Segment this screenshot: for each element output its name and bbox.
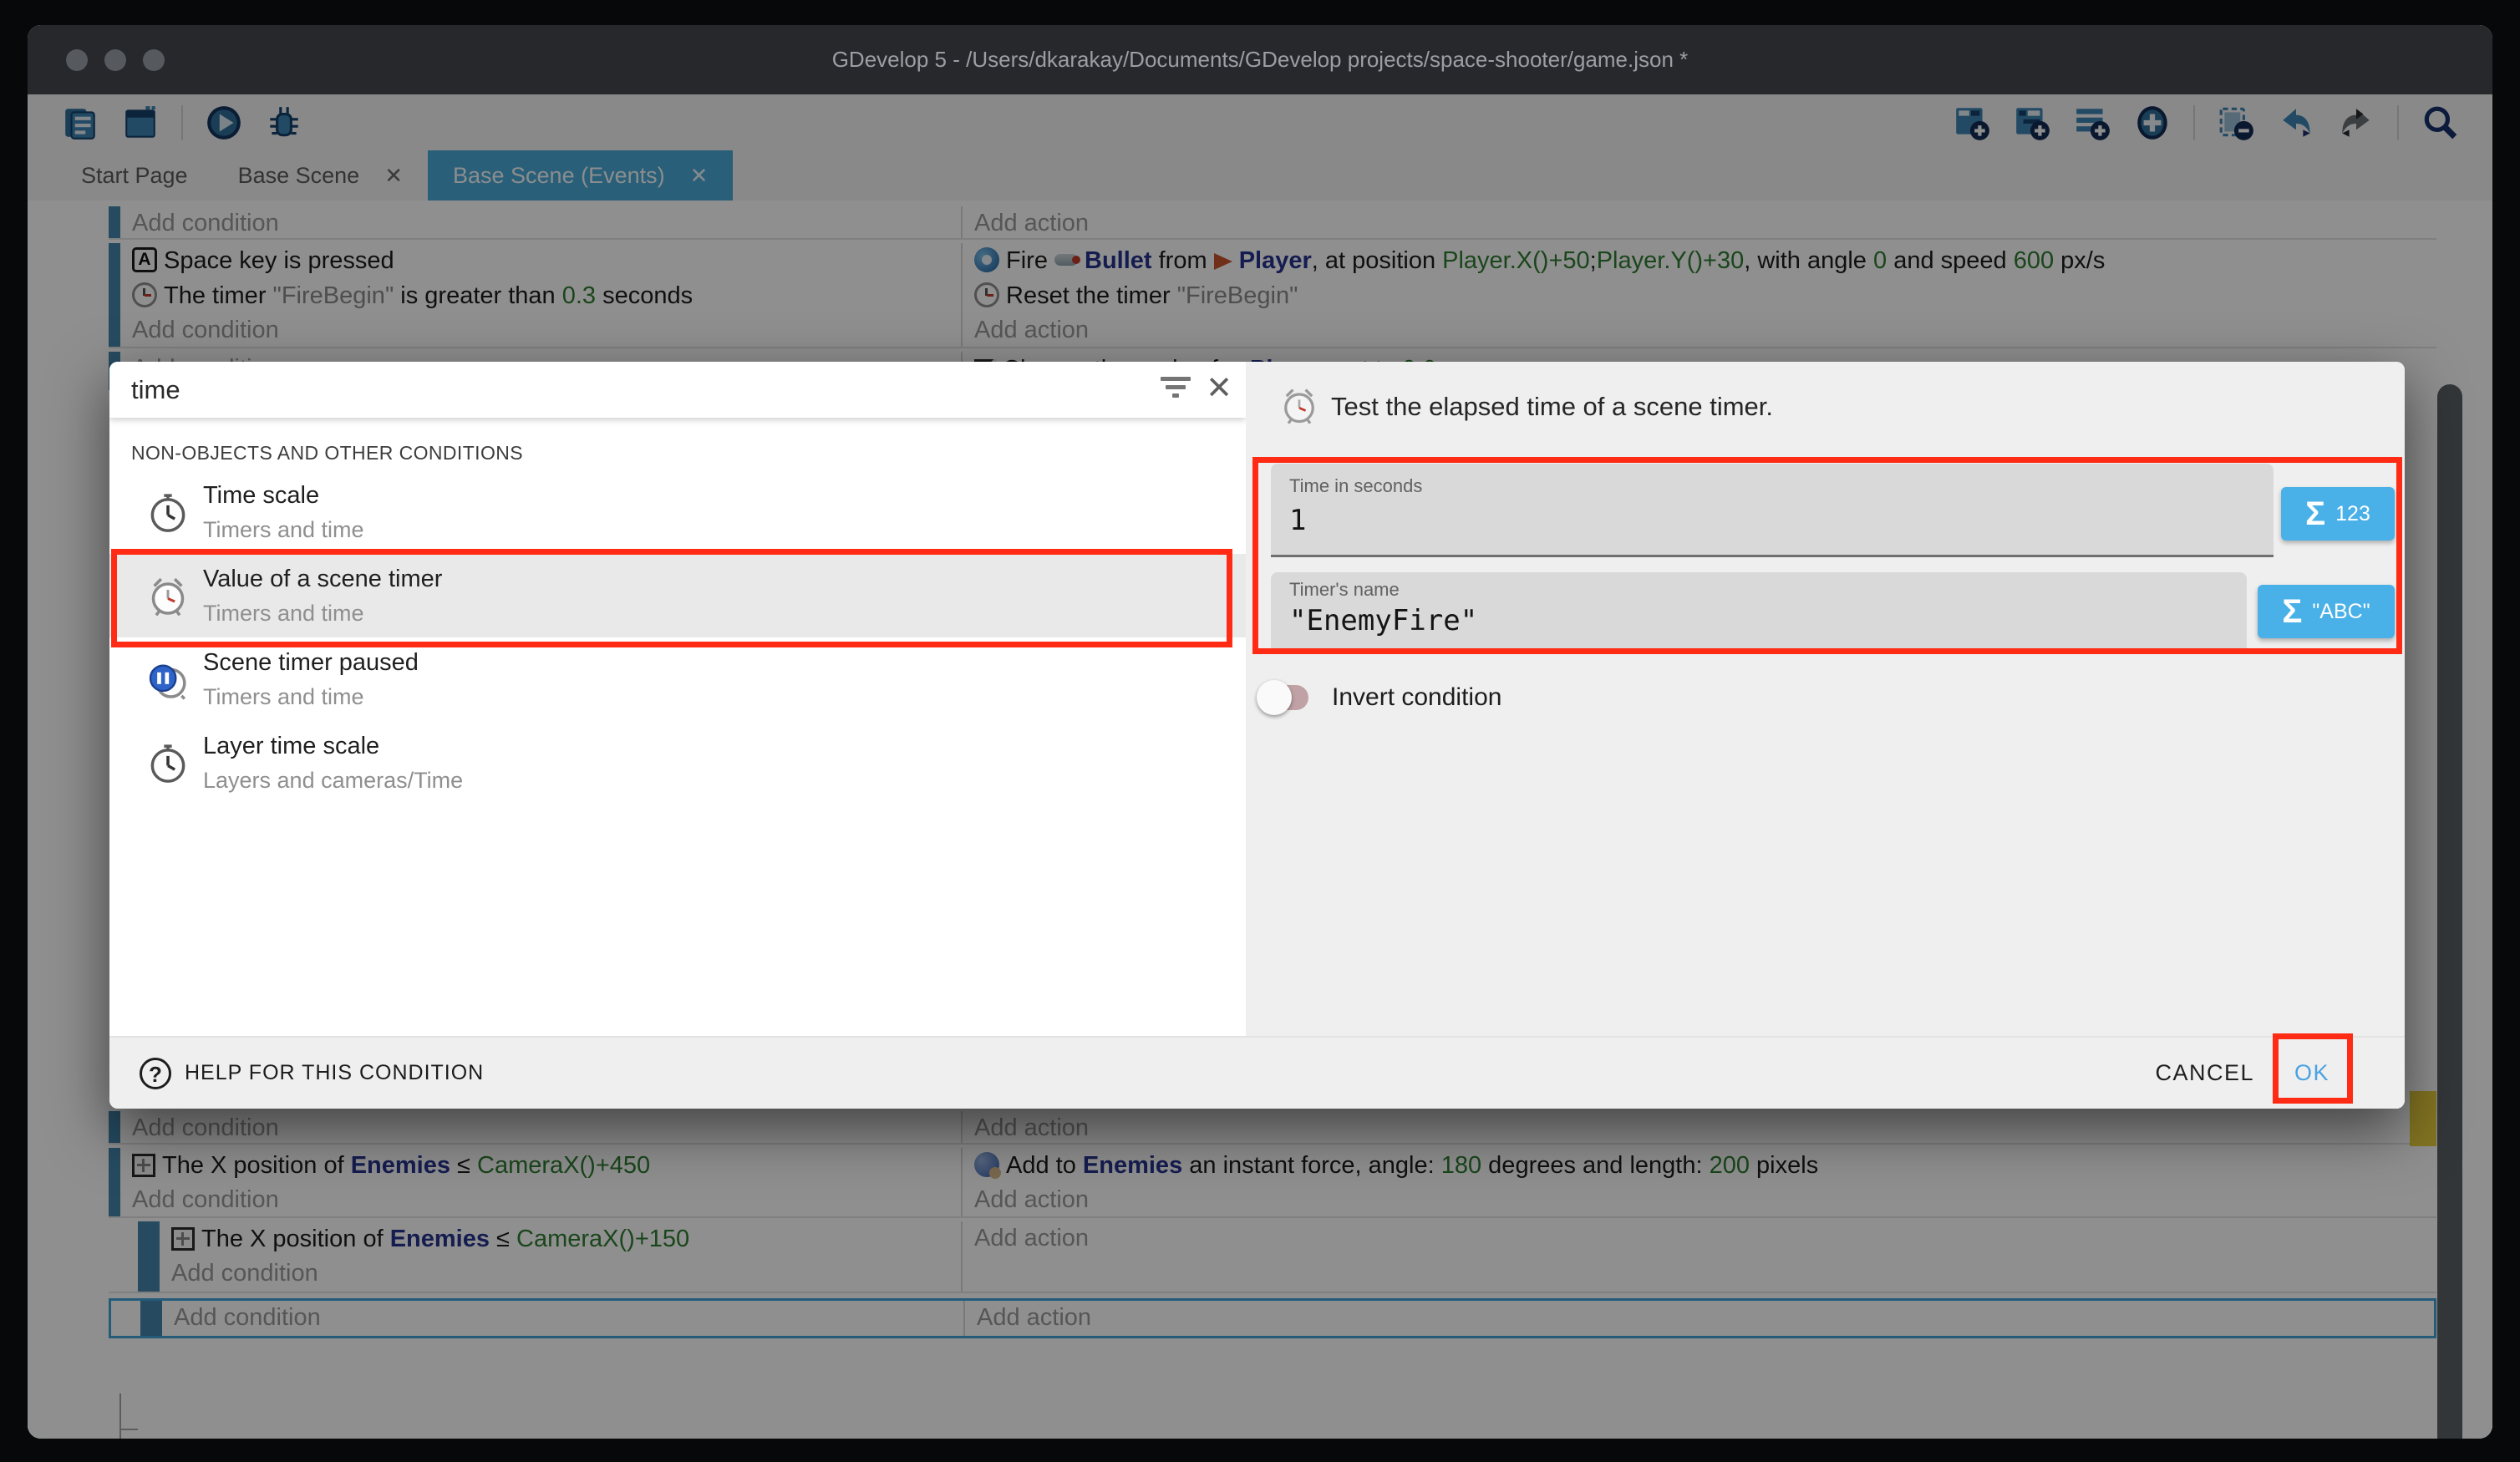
condition-item-scene-timer-paused[interactable]: Scene timer paused Timers and time bbox=[109, 637, 1246, 721]
search-bar: ✕ bbox=[109, 362, 1246, 418]
field-label: Timer's name bbox=[1289, 579, 1400, 601]
expression-builder-button-numeric[interactable]: Σ 123 bbox=[2281, 487, 2395, 541]
help-icon: ? bbox=[140, 1058, 171, 1089]
pause-timer-icon bbox=[145, 656, 191, 703]
dialog-footer: ? HELP FOR THIS CONDITION CANCEL OK bbox=[109, 1036, 2405, 1109]
field-label: Time in seconds bbox=[1289, 475, 1422, 497]
sigma-icon: Σ bbox=[2305, 495, 2325, 533]
search-input[interactable] bbox=[131, 362, 1117, 418]
condition-description: Test the elapsed time of a scene timer. bbox=[1331, 392, 1773, 422]
condition-item-subtitle: Timers and time bbox=[203, 517, 364, 543]
condition-item-subtitle: Timers and time bbox=[203, 684, 364, 710]
expression-button-label: 123 bbox=[2335, 502, 2370, 526]
clock-icon bbox=[145, 739, 191, 786]
invert-condition-toggle[interactable] bbox=[1262, 685, 1308, 710]
condition-item-title: Scene timer paused bbox=[203, 649, 419, 677]
section-header: NON-OBJECTS AND OTHER CONDITIONS bbox=[131, 442, 523, 464]
help-label: HELP FOR THIS CONDITION bbox=[185, 1061, 484, 1085]
invert-condition-row: Invert condition bbox=[1262, 673, 1501, 723]
clock-icon bbox=[145, 489, 191, 536]
time-in-seconds-input[interactable] bbox=[1289, 504, 2265, 537]
condition-item-title: Time scale bbox=[203, 482, 319, 510]
app-window: GDevelop 5 - /Users/dkarakay/Documents/G… bbox=[28, 25, 2492, 1439]
choose-condition-dialog: ✕ NON-OBJECTS AND OTHER CONDITIONS Time … bbox=[109, 362, 2405, 1109]
expression-builder-button-string[interactable]: Σ "ABC" bbox=[2258, 585, 2395, 638]
window-title: GDevelop 5 - /Users/dkarakay/Documents/G… bbox=[28, 47, 2492, 73]
condition-item-time-scale[interactable]: Time scale Timers and time bbox=[109, 470, 1246, 554]
condition-item-subtitle: Layers and cameras/Time bbox=[203, 768, 463, 794]
filter-icon[interactable] bbox=[1161, 377, 1191, 402]
help-button[interactable]: ? HELP FOR THIS CONDITION bbox=[109, 1058, 484, 1089]
time-in-seconds-field: Time in seconds bbox=[1271, 464, 2274, 557]
sigma-icon: Σ bbox=[2282, 593, 2302, 631]
expression-button-label: "ABC" bbox=[2312, 600, 2370, 624]
condition-item-layer-time-scale[interactable]: Layer time scale Layers and cameras/Time bbox=[109, 721, 1246, 805]
alarm-clock-icon bbox=[145, 572, 191, 619]
cancel-button[interactable]: CANCEL bbox=[2155, 1060, 2254, 1086]
timers-name-input[interactable] bbox=[1289, 604, 2238, 637]
condition-item-value-of-scene-timer[interactable]: Value of a scene timer Timers and time bbox=[109, 554, 1246, 637]
close-dialog-icon[interactable]: ✕ bbox=[1202, 372, 1236, 405]
timers-name-field: Timer's name bbox=[1271, 572, 2247, 651]
condition-item-title: Layer time scale bbox=[203, 733, 379, 760]
ok-button[interactable]: OK bbox=[2294, 1060, 2329, 1086]
condition-list-panel: ✕ NON-OBJECTS AND OTHER CONDITIONS Time … bbox=[109, 362, 1246, 1036]
condition-item-subtitle: Timers and time bbox=[203, 601, 364, 627]
condition-list: Time scale Timers and time Value of a sc… bbox=[109, 470, 1246, 805]
invert-condition-label: Invert condition bbox=[1332, 683, 1501, 712]
condition-item-title: Value of a scene timer bbox=[203, 566, 442, 593]
toggle-knob bbox=[1257, 680, 1292, 715]
alarm-clock-icon bbox=[1278, 383, 1321, 427]
titlebar: GDevelop 5 - /Users/dkarakay/Documents/G… bbox=[28, 25, 2492, 94]
